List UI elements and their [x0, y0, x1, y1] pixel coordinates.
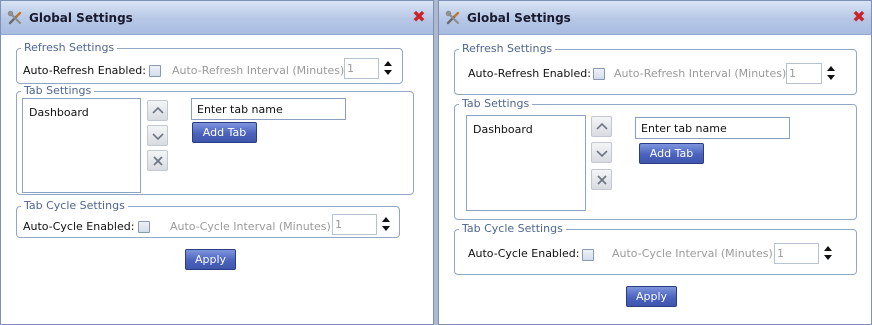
spin-up-icon[interactable]	[384, 61, 392, 66]
move-up-icon	[596, 122, 608, 130]
auto-cycle-enabled-checkbox[interactable]	[582, 249, 594, 261]
tab-list[interactable]: Dashboard	[466, 115, 586, 211]
move-up-button[interactable]	[591, 116, 612, 137]
title-bar[interactable]: Global Settings ✖	[1, 1, 433, 35]
auto-cycle-interval-label: Auto-Cycle Interval (Minutes):	[170, 220, 335, 233]
auto-refresh-enabled-label: Auto-Refresh Enabled:	[468, 67, 591, 80]
auto-cycle-enabled-checkbox[interactable]	[138, 221, 150, 233]
auto-cycle-enabled-label: Auto-Cycle Enabled:	[23, 220, 135, 233]
spin-down-icon[interactable]	[827, 75, 835, 80]
spin-up-icon[interactable]	[827, 66, 835, 71]
refresh-settings-legend: Refresh Settings	[459, 42, 556, 56]
tab-name-input[interactable]	[635, 117, 790, 139]
spin-down-icon[interactable]	[384, 70, 392, 75]
close-icon[interactable]: ✖	[411, 9, 427, 25]
tools-icon	[7, 10, 22, 25]
tab-settings-legend: Tab Settings	[21, 84, 95, 98]
add-tab-button[interactable]: Add Tab	[192, 122, 257, 143]
auto-refresh-enabled-checkbox[interactable]	[593, 68, 605, 80]
apply-button[interactable]: Apply	[626, 286, 677, 307]
dialog-title: Global Settings	[467, 11, 571, 25]
auto-refresh-interval-label: Auto-Refresh Interval (Minutes):	[614, 67, 790, 80]
add-tab-button[interactable]: Add Tab	[639, 143, 704, 164]
remove-icon	[597, 175, 607, 185]
auto-cycle-interval-input[interactable]	[332, 214, 377, 235]
apply-button[interactable]: Apply	[185, 249, 236, 270]
dialog-title: Global Settings	[29, 11, 133, 25]
auto-cycle-interval-spinner[interactable]	[381, 214, 391, 235]
remove-tab-button[interactable]	[591, 169, 612, 190]
tab-name-input[interactable]	[191, 98, 346, 120]
tools-icon	[445, 10, 460, 25]
auto-refresh-interval-spinner[interactable]	[826, 63, 836, 84]
remove-icon	[153, 156, 163, 166]
tab-settings-legend: Tab Settings	[459, 97, 533, 111]
auto-cycle-enabled-label: Auto-Cycle Enabled:	[468, 247, 580, 260]
tab-cycle-settings-legend: Tab Cycle Settings	[459, 222, 566, 236]
auto-cycle-interval-spinner[interactable]	[823, 243, 833, 264]
close-icon[interactable]: ✖	[851, 9, 867, 25]
refresh-settings-legend: Refresh Settings	[21, 41, 118, 55]
move-up-icon	[152, 106, 164, 114]
spin-down-icon[interactable]	[824, 255, 832, 260]
spin-up-icon[interactable]	[382, 217, 390, 222]
list-item[interactable]: Dashboard	[29, 106, 89, 119]
move-down-icon	[596, 150, 608, 158]
move-down-button[interactable]	[147, 125, 168, 146]
remove-tab-button[interactable]	[147, 150, 168, 171]
move-down-button[interactable]	[591, 142, 612, 163]
spin-down-icon[interactable]	[382, 226, 390, 231]
auto-cycle-interval-input[interactable]	[774, 243, 819, 264]
auto-refresh-interval-spinner[interactable]	[383, 58, 393, 79]
auto-refresh-interval-input[interactable]	[344, 58, 379, 79]
global-settings-dialog-wide: Global Settings ✖ Refresh Settings Auto-…	[438, 0, 872, 325]
auto-refresh-interval-label: Auto-Refresh Interval (Minutes):	[172, 64, 348, 77]
move-up-button[interactable]	[147, 100, 168, 121]
auto-cycle-interval-label: Auto-Cycle Interval (Minutes):	[612, 247, 777, 260]
list-item[interactable]: Dashboard	[473, 123, 533, 136]
global-settings-dialog-compact: Global Settings ✖ Refresh Settings Auto-…	[0, 0, 434, 325]
auto-refresh-interval-input[interactable]	[786, 63, 822, 84]
tab-list[interactable]: Dashboard	[22, 98, 141, 193]
spin-up-icon[interactable]	[824, 246, 832, 251]
tab-cycle-settings-legend: Tab Cycle Settings	[21, 199, 128, 213]
title-bar[interactable]: Global Settings ✖	[439, 1, 871, 35]
auto-refresh-enabled-checkbox[interactable]	[149, 65, 161, 77]
move-down-icon	[152, 133, 164, 141]
auto-refresh-enabled-label: Auto-Refresh Enabled:	[23, 64, 146, 77]
